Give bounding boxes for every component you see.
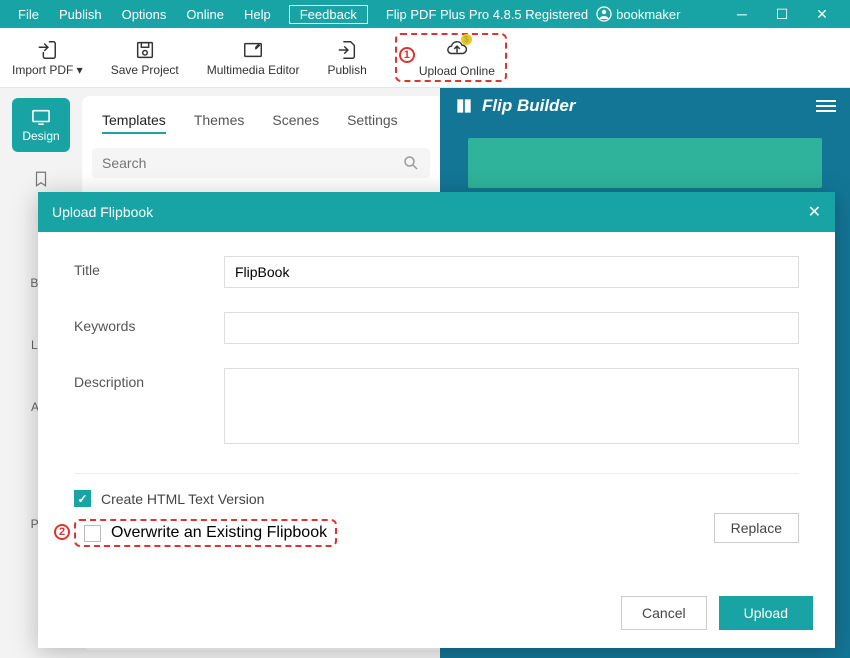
menu-publish[interactable]: Publish	[49, 7, 112, 22]
search-box[interactable]	[92, 148, 430, 178]
overwrite-label: Overwrite an Existing Flipbook	[111, 524, 327, 542]
toolbar: Import PDF ▾ Save Project Multimedia Edi…	[0, 28, 850, 88]
username: bookmaker	[616, 7, 680, 22]
design-label: Design	[22, 129, 59, 143]
menu-bar: File Publish Options Online Help Feedbac…	[0, 0, 850, 28]
search-icon	[402, 154, 420, 172]
save-project-button[interactable]: Save Project	[111, 39, 179, 77]
multimedia-label: Multimedia Editor	[207, 63, 300, 77]
publish-label: Publish	[327, 63, 366, 77]
maximize-button[interactable]: ☐	[762, 6, 802, 23]
tab-bar: Templates Themes Scenes Settings	[92, 106, 430, 148]
create-html-row: Create HTML Text Version	[74, 490, 799, 507]
tab-themes[interactable]: Themes	[194, 112, 245, 134]
dialog-close-button[interactable]: ✕	[808, 202, 821, 222]
user-account[interactable]: bookmaker	[596, 6, 680, 22]
replace-button[interactable]: Replace	[714, 513, 799, 543]
description-label: Description	[74, 368, 224, 449]
callout-2: 2	[54, 524, 70, 540]
tab-settings[interactable]: Settings	[347, 112, 398, 134]
menu-options[interactable]: Options	[112, 7, 177, 22]
search-input[interactable]	[102, 155, 402, 171]
preview-body	[468, 138, 822, 188]
cancel-button[interactable]: Cancel	[621, 596, 707, 630]
upload-label: Upload Online	[419, 64, 495, 78]
import-icon	[36, 39, 58, 61]
create-html-checkbox[interactable]	[74, 490, 91, 507]
hamburger-icon[interactable]	[816, 100, 836, 112]
brand-text: Flip Builder	[482, 96, 576, 116]
upload-online-button[interactable]: $ Upload Online	[419, 37, 495, 78]
minimize-button[interactable]: ─	[722, 6, 762, 22]
flip-builder-logo: Flip Builder	[454, 96, 576, 116]
dialog-header: Upload Flipbook ✕	[38, 192, 835, 232]
create-html-label: Create HTML Text Version	[101, 491, 264, 507]
coin-badge-icon: $	[461, 34, 472, 45]
sidebar-design[interactable]: Design	[12, 98, 70, 152]
upload-online-highlight: 1 $ Upload Online	[395, 33, 507, 82]
keywords-input[interactable]	[224, 312, 799, 344]
publish-button[interactable]: Publish	[327, 39, 366, 77]
menu-feedback[interactable]: Feedback	[289, 5, 368, 24]
upload-button[interactable]: Upload	[719, 596, 813, 630]
save-label: Save Project	[111, 63, 179, 77]
callout-1: 1	[399, 47, 415, 63]
save-icon	[134, 39, 156, 61]
dialog-footer: Cancel Upload	[38, 584, 835, 648]
import-label: Import PDF ▾	[12, 63, 83, 77]
monitor-icon	[30, 108, 52, 126]
dialog-title: Upload Flipbook	[52, 204, 153, 220]
menu-online[interactable]: Online	[176, 7, 234, 22]
close-window-button[interactable]: ✕	[802, 6, 842, 23]
upload-flipbook-dialog: Upload Flipbook ✕ Title Keywords Descrip…	[38, 192, 835, 648]
logo-icon	[454, 96, 474, 116]
publish-icon	[336, 39, 358, 61]
keywords-label: Keywords	[74, 312, 224, 344]
overwrite-checkbox[interactable]	[84, 525, 101, 542]
title-input[interactable]	[224, 256, 799, 288]
bookmark-icon[interactable]	[32, 170, 50, 188]
app-title: Flip PDF Plus Pro 4.8.5 Registered	[386, 7, 588, 22]
tab-templates[interactable]: Templates	[102, 112, 166, 134]
menu-help[interactable]: Help	[234, 7, 281, 22]
separator	[74, 473, 799, 474]
menu-file[interactable]: File	[8, 7, 49, 22]
tab-scenes[interactable]: Scenes	[272, 112, 319, 134]
overwrite-highlight: 2 Overwrite an Existing Flipbook	[74, 519, 337, 547]
description-input[interactable]	[224, 368, 799, 444]
import-pdf-button[interactable]: Import PDF ▾	[12, 39, 83, 77]
edit-icon	[242, 39, 264, 61]
title-label: Title	[74, 256, 224, 288]
user-icon	[596, 6, 612, 22]
multimedia-editor-button[interactable]: Multimedia Editor	[207, 39, 300, 77]
